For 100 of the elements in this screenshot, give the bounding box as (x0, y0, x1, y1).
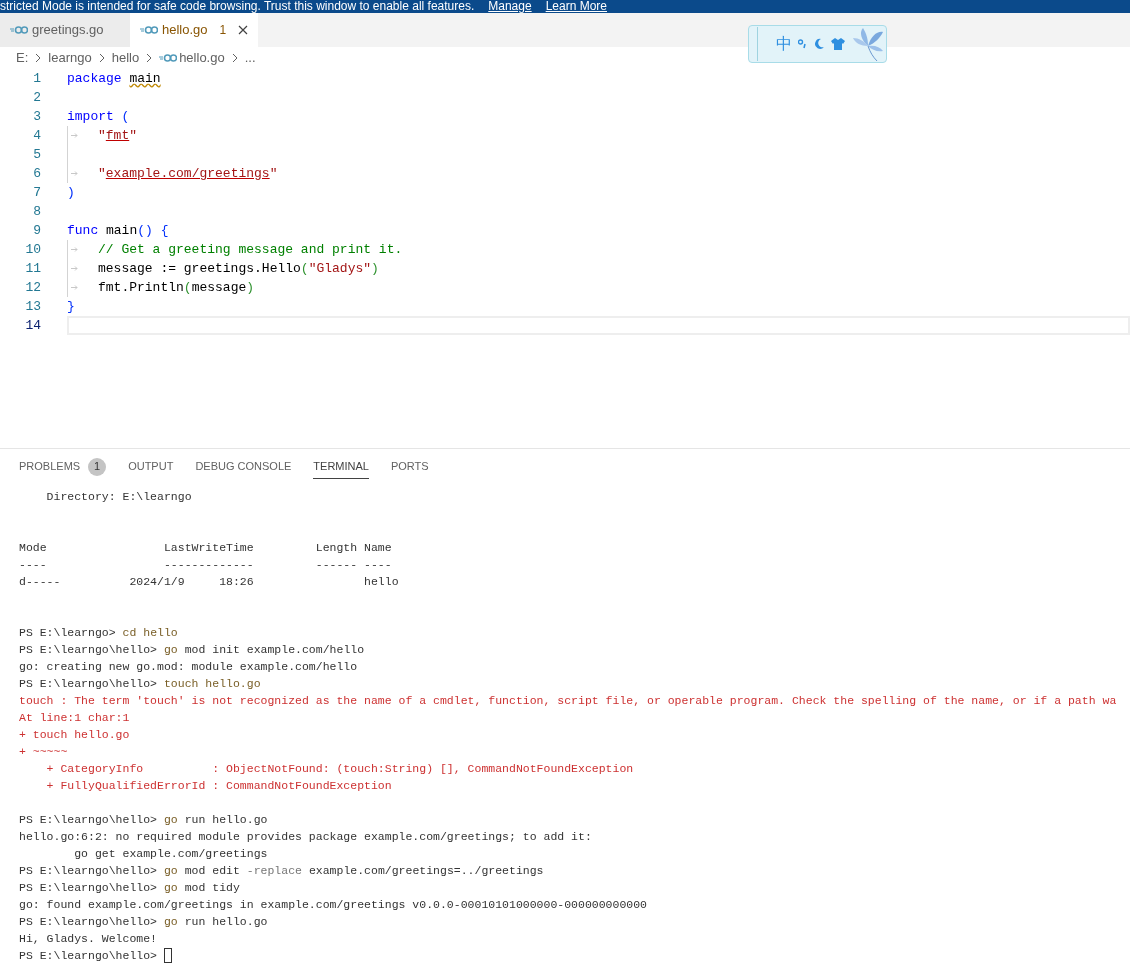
breadcrumb-item[interactable]: hello (111, 48, 140, 68)
code-token: "Gladys" (308, 260, 372, 279)
terminal-text: PS E:\learngo> (19, 625, 117, 641)
editor-tab[interactable]: greetings.go (0, 12, 130, 47)
code-token: ( (183, 279, 192, 298)
code-token: () { (137, 222, 169, 241)
terminal-text: mod init example.com/hello (183, 642, 365, 658)
line-number: 4 (32, 127, 41, 146)
go-file-icon (10, 25, 28, 34)
line-number: 3 (32, 108, 41, 127)
line-number: 2 (32, 89, 41, 108)
banner-link[interactable]: Manage (488, 0, 532, 13)
chevron-icon (97, 53, 106, 63)
code-token: " (98, 127, 106, 146)
code-token: example.com/greetings (105, 165, 270, 184)
line-number: 7 (32, 184, 41, 203)
code-token: " (129, 127, 138, 146)
terminal-text: PS E:\learngo\hello> (19, 812, 159, 828)
terminal-text: Directory: E:\learngo (45, 489, 192, 505)
terminal-text: + FullyQualifiedErrorId : CommandNotFoundException (45, 778, 392, 794)
terminal-text: Mode LastWriteTime Length Name (19, 540, 392, 556)
terminal-text: go get example.com/greetings (73, 846, 268, 862)
banner-text: stricted Mode is intended for safe code browsing. Trust this window to enable all features. (0, 0, 475, 13)
code-token: main (106, 222, 138, 241)
terminal-text: -replace (246, 863, 302, 879)
terminal-text: At line:1 char:1 (19, 710, 130, 726)
code-token: fmt.Println (98, 279, 184, 298)
panel-tab[interactable]: DEBUG CONSOLE (195, 454, 292, 479)
line-number: 12 (24, 279, 41, 298)
terminal-text: go: creating new go.mod: module example.com/hello (19, 659, 358, 675)
tab-arrow-icon (71, 133, 78, 139)
line-number: 6 (32, 165, 41, 184)
breadcrumb-item[interactable]: ... (244, 48, 256, 68)
panel-tab[interactable]: PORTS (390, 454, 429, 479)
code-token: " (98, 165, 106, 184)
terminal-text: go (163, 812, 178, 828)
terminal-text: run hello.go (183, 812, 268, 828)
terminal-text: go (163, 863, 178, 879)
code-token: } (67, 298, 75, 317)
code-token: ) (246, 279, 255, 298)
line-number: 10 (24, 241, 41, 260)
terminal-cursor (163, 948, 172, 963)
problem-count: 1 (219, 21, 227, 39)
chevron-icon (34, 53, 43, 63)
code-token: fmt (105, 127, 130, 146)
terminal-text: example.com/greetings=../greetings (307, 863, 544, 879)
terminal-text: touch : The term 'touch' is not recognized as the name of a cmdlet, function, script file, or operable program. Check the spelling of the name, or if a path wa (19, 693, 1117, 709)
close-icon[interactable] (238, 24, 249, 35)
tab-arrow-icon (71, 266, 78, 272)
code-token: message := greetings.Hello (98, 260, 301, 279)
terminal-text: run hello.go (183, 914, 268, 930)
flower-icon (851, 26, 885, 62)
terminal-text: touch hello.go (163, 676, 261, 692)
terminal-text: go (163, 880, 178, 896)
tab-arrow-icon (71, 247, 78, 253)
breadcrumb-item[interactable]: learngo (48, 48, 92, 68)
code-token: // Get a greeting message and print it. (98, 241, 403, 260)
line-number: 1 (32, 70, 41, 89)
terminal-text: + ~~~~~ (19, 744, 68, 760)
line-number: 11 (24, 260, 41, 279)
terminal-text: PS E:\learngo\hello> (19, 863, 159, 879)
code-token: ( (300, 260, 309, 279)
terminal-text: hello.go:6:2: no required module provides package example.com/greetings; to add it: (19, 829, 592, 845)
breadcrumb-item[interactable]: E: (16, 48, 29, 68)
go-file-icon (159, 54, 178, 62)
chevron-icon (145, 53, 154, 63)
terminal-text: go: found example.com/greetings in example.com/greetings v0.0.0-00010101000000-000000000000 (19, 897, 647, 913)
line-number: 14 (24, 317, 41, 336)
line-number: 5 (32, 146, 41, 165)
chevron-icon (230, 53, 239, 63)
panel-tab[interactable]: PROBLEMS 1 (19, 454, 107, 479)
terminal-text: go (163, 914, 178, 930)
terminal-text: mod edit (183, 863, 241, 879)
code-token: func (67, 222, 100, 241)
tab-label: greetings.go (32, 21, 104, 39)
terminal-text: PS E:\learngo\hello> (19, 642, 159, 658)
terminal-text: Hi, Gladys. Welcome! (19, 931, 158, 947)
tab-arrow-icon (71, 285, 78, 291)
code-token: import (67, 108, 115, 127)
go-file-icon (140, 25, 158, 34)
problem-badge: 1 (88, 457, 107, 476)
editor-tab[interactable]: hello.go 1 (130, 12, 259, 47)
punctuation-icon[interactable] (798, 39, 807, 49)
code-token: main (129, 70, 161, 89)
terminal-text: + CategoryInfo : ObjectNotFound: (touch:String) [], CommandNotFoundException (45, 761, 634, 777)
terminal-text: + touch hello.go (19, 727, 130, 743)
code-token: ( (121, 108, 130, 127)
tab-arrow-icon (71, 171, 78, 177)
banner-link[interactable]: Learn More (545, 0, 607, 13)
shirt-icon[interactable] (831, 38, 845, 50)
terminal-text: PS E:\learngo\hello> (19, 914, 159, 930)
terminal-text: PS E:\learngo\hello> (19, 676, 159, 692)
code-token: package (67, 70, 123, 89)
line-number: 13 (24, 298, 41, 317)
panel-tab[interactable]: OUTPUT (128, 454, 174, 479)
code-token: ) (371, 260, 379, 279)
panel-tab[interactable]: TERMINAL (313, 454, 369, 479)
terminal-text: mod tidy (183, 880, 240, 896)
moon-icon[interactable] (813, 38, 825, 50)
breadcrumb-item[interactable]: hello.go (179, 48, 225, 68)
